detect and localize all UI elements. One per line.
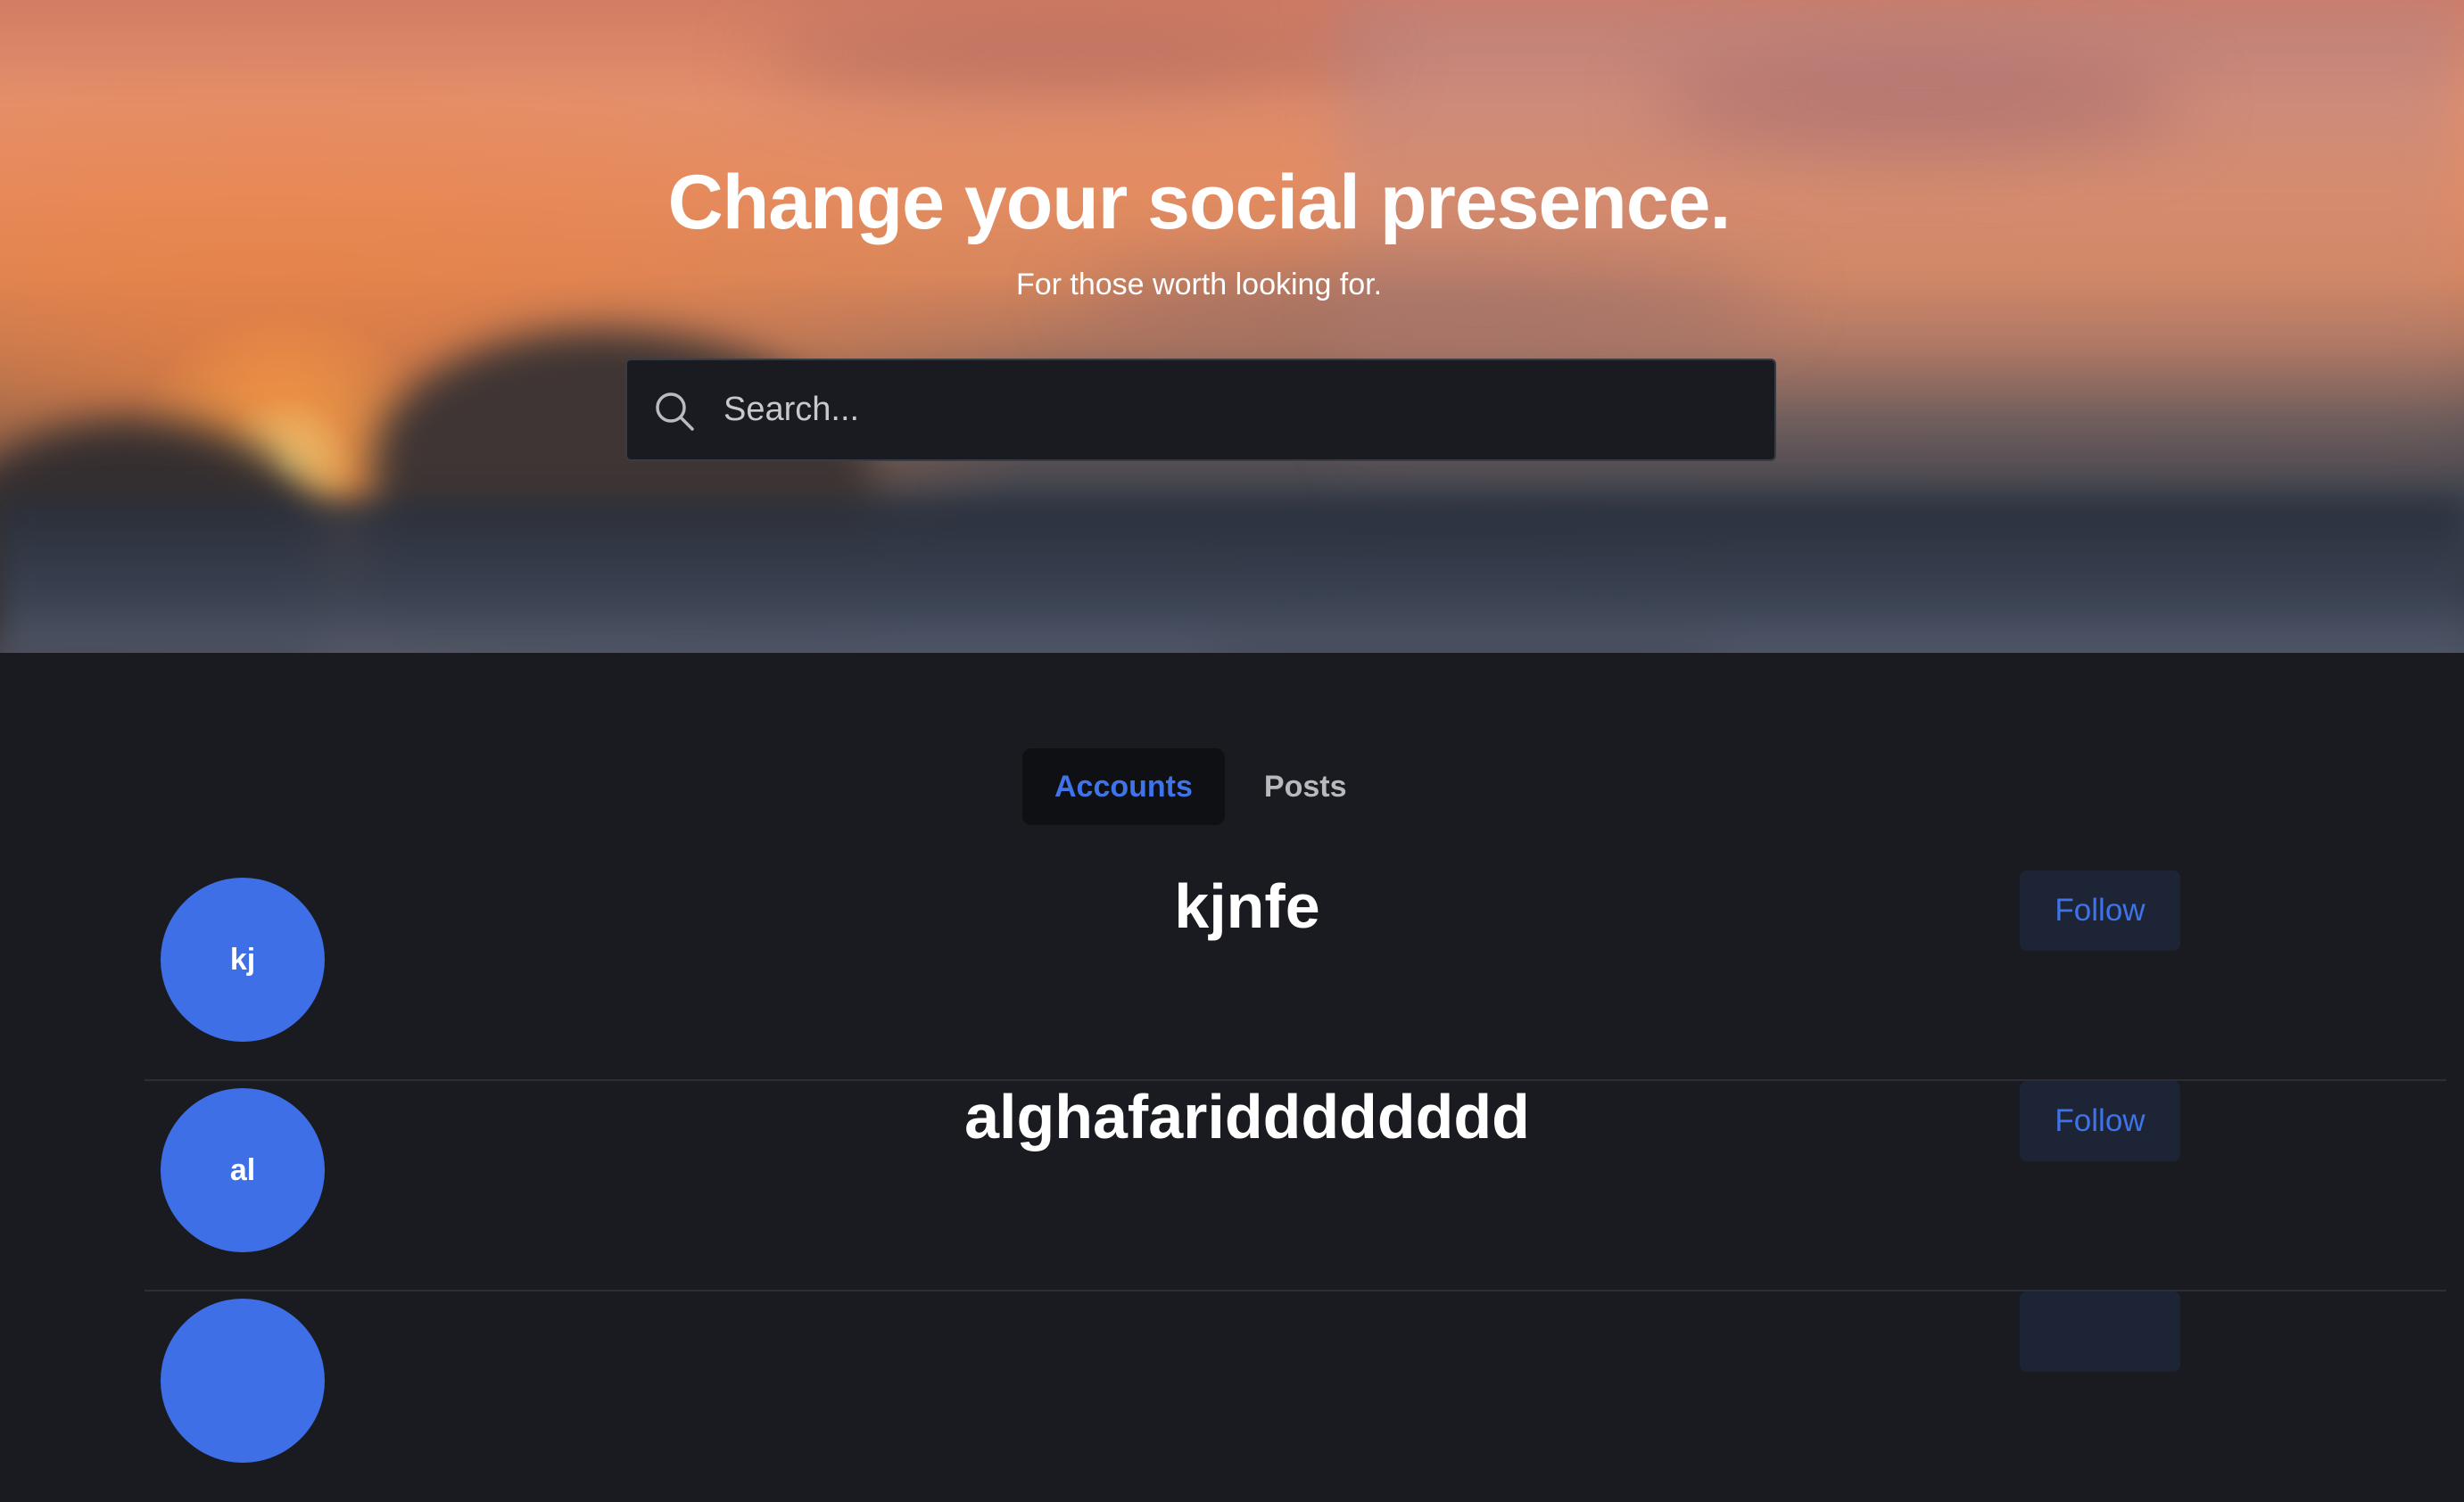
hero-background-sea <box>0 499 2464 653</box>
follow-button[interactable]: Follow <box>2020 871 2180 951</box>
hero-title: Change your social presence. <box>667 160 1732 245</box>
follow-button[interactable]: Follow <box>2020 1081 2180 1161</box>
avatar[interactable] <box>161 1299 325 1463</box>
follow-button[interactable] <box>2020 1292 2180 1372</box>
account-row: kj kjnfe Follow <box>145 871 2446 1081</box>
hero-subtitle: For those worth looking for. <box>1015 268 1383 301</box>
tab-posts[interactable]: Posts <box>1225 748 1379 825</box>
hero-banner: Change your social presence. For those w… <box>0 0 2464 653</box>
account-row <box>145 1292 2446 1502</box>
search-input[interactable] <box>722 360 1757 459</box>
search-bar[interactable] <box>625 359 1776 461</box>
search-icon <box>656 392 694 431</box>
account-row: al alghafaridddddddd Follow <box>145 1081 2446 1292</box>
hero-background-cloud <box>1650 54 2186 152</box>
results-tabs: Accounts Posts <box>1022 748 1379 825</box>
tab-accounts[interactable]: Accounts <box>1022 748 1225 825</box>
hero-background-cloud <box>758 18 1383 98</box>
